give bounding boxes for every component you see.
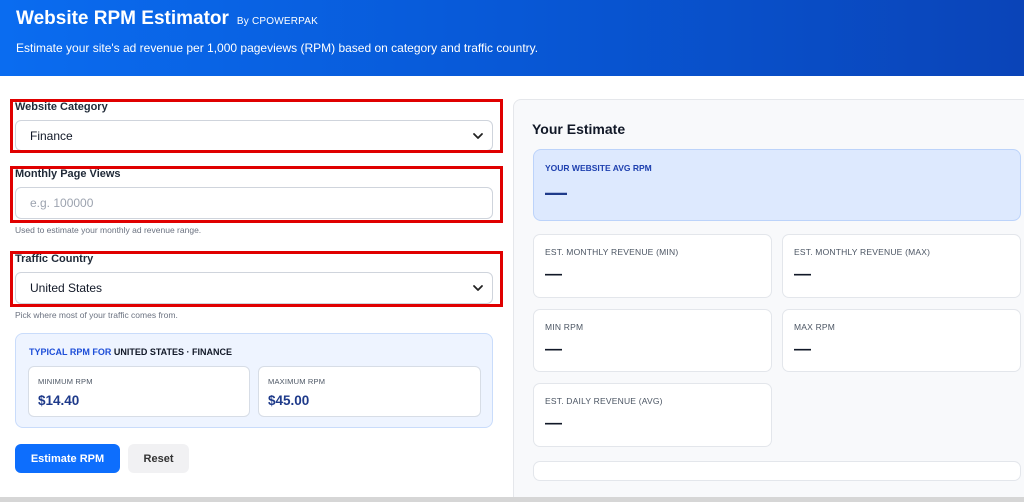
category-label: Website Category [15,101,108,113]
pageviews-help: Used to estimate your monthly ad revenue… [15,225,202,235]
maximum-rpm-label: MAXIMUM RPM [268,377,326,386]
daily-revenue-label: EST. DAILY REVENUE (AVG) [545,396,663,406]
category-select[interactable]: Finance [15,120,493,151]
avg-rpm-card: YOUR WEBSITE AVG RPM — [533,149,1021,221]
page-bottom-edge [0,497,1024,502]
max-rpm-label: MAX RPM [794,322,836,332]
minimum-rpm-card: MINIMUM RPM $14.40 [28,366,250,417]
min-rpm-card: MIN RPM — [533,309,772,372]
app-title: Website RPM Estimator [16,8,229,29]
typical-rpm-country: UNITED STATES [113,347,185,357]
min-rpm-label: MIN RPM [545,322,584,332]
typical-rpm-box: TYPICAL RPM FOR UNITED STATES · FINANCE … [15,333,493,428]
minimum-rpm-label: MINIMUM RPM [38,377,93,386]
pageviews-placeholder: e.g. 100000 [30,196,94,210]
pageviews-label: Monthly Page Views [15,168,121,180]
typical-rpm-separator: · [184,347,193,357]
daily-revenue-value: — [545,413,562,432]
estimate-rpm-button[interactable]: Estimate RPM [15,444,120,473]
typical-rpm-category: FINANCE [192,347,233,357]
max-rpm-card: MAX RPM — [782,309,1021,372]
page-subtitle: Estimate your site's ad revenue per 1,00… [16,41,539,55]
monthly-revenue-max-label: EST. MONTHLY REVENUE (MAX) [794,247,931,257]
country-help: Pick where most of your traffic comes fr… [15,310,178,320]
monthly-revenue-min-label: EST. MONTHLY REVENUE (MIN) [545,247,679,257]
chevron-down-icon [473,132,483,139]
monthly-revenue-max-card: EST. MONTHLY REVENUE (MAX) — [782,234,1021,298]
minimum-rpm-value: $14.40 [38,393,80,408]
min-rpm-value: — [545,339,562,358]
estimate-title: Your Estimate [532,121,626,137]
reset-button[interactable]: Reset [128,444,189,473]
chevron-down-icon [473,285,483,291]
page-header: Website RPM Estimator By CPOWERPAK Estima… [0,0,1024,76]
monthly-revenue-max-value: — [794,264,811,283]
monthly-revenue-min-value: — [545,264,562,283]
author-byline: By CPOWERPAK [236,16,319,27]
avg-rpm-value: — [545,180,567,205]
country-select-value: United States [30,281,103,295]
maximum-rpm-value: $45.00 [268,393,310,408]
country-select[interactable]: United States [15,272,493,304]
page-title: Website RPM Estimator By CPOWERPAK [16,8,318,30]
estimate-panel: Your Estimate YOUR WEBSITE AVG RPM — EST… [513,99,1024,502]
empty-note-card [533,461,1021,481]
country-label: Traffic Country [15,253,94,265]
typical-rpm-prefix: TYPICAL RPM FOR [29,347,114,357]
monthly-revenue-min-card: EST. MONTHLY REVENUE (MIN) — [533,234,772,298]
pageviews-input[interactable]: e.g. 100000 [15,187,493,219]
max-rpm-value: — [794,339,811,358]
avg-rpm-label: YOUR WEBSITE AVG RPM [545,163,652,173]
maximum-rpm-card: MAXIMUM RPM $45.00 [258,366,481,417]
typical-rpm-heading: TYPICAL RPM FOR UNITED STATES · FINANCE [29,347,232,357]
daily-revenue-card: EST. DAILY REVENUE (AVG) — [533,383,772,447]
category-select-value: Finance [30,128,73,143]
